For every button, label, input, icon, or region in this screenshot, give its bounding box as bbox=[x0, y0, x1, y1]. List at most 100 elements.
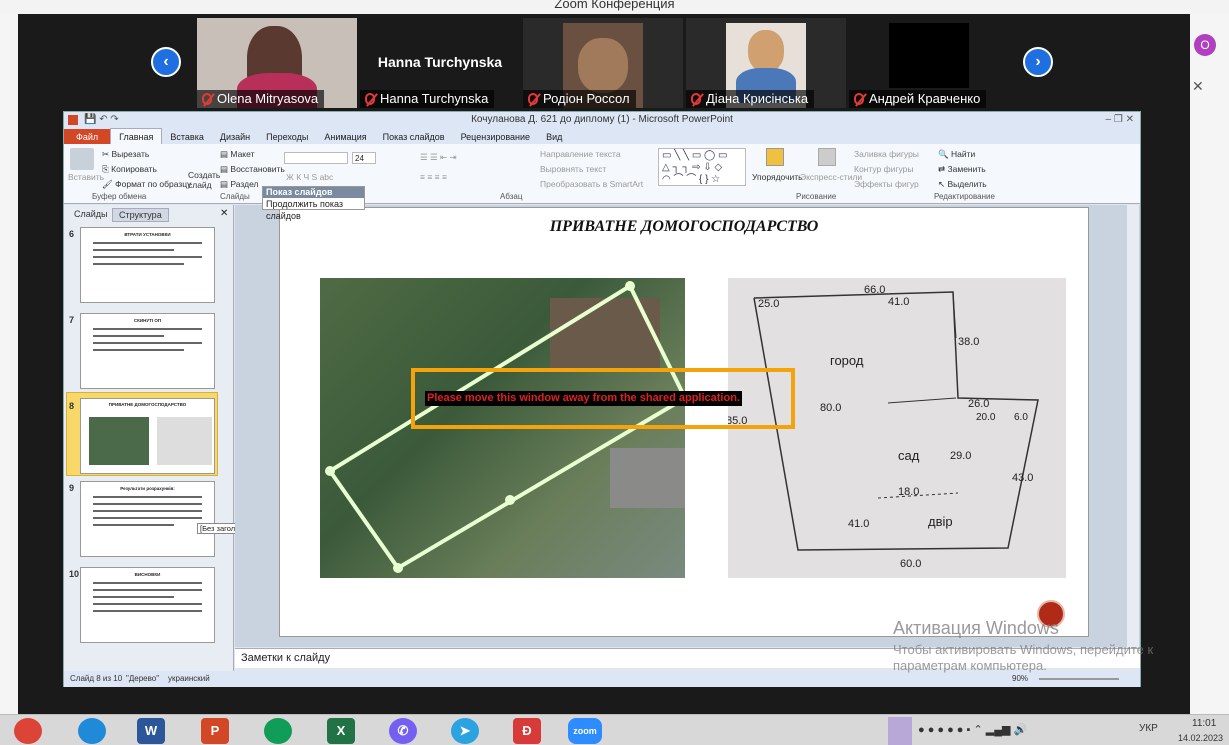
excel-icon[interactable]: X bbox=[327, 718, 355, 744]
shape-fill-button[interactable]: Заливка фигуры bbox=[854, 149, 919, 159]
drawing-group-label: Рисование bbox=[796, 192, 837, 201]
copy-button[interactable]: ⎘ Копировать bbox=[102, 164, 157, 175]
text-direction-button[interactable]: Направление текста bbox=[540, 149, 621, 159]
slide-thumbnail[interactable]: Результати розрахунків: bbox=[80, 481, 215, 557]
background-left bbox=[0, 14, 18, 714]
edge-icon[interactable] bbox=[78, 718, 106, 744]
word-icon[interactable]: W bbox=[137, 718, 165, 744]
quick-access-icon[interactable]: 💾 ↶ ↷ bbox=[84, 112, 119, 128]
input-language[interactable]: УКР bbox=[1139, 723, 1158, 734]
select-button[interactable]: ↖ Выделить bbox=[938, 179, 987, 190]
shape-outline-button[interactable]: Контур фигуры bbox=[854, 164, 913, 174]
font-name-select[interactable] bbox=[284, 152, 348, 164]
editing-group-label: Редактирование bbox=[934, 192, 995, 201]
participant-tile[interactable]: Діана Крисінська bbox=[686, 18, 846, 108]
list-icon[interactable]: ☰ ☰ ⇤ ⇥ bbox=[420, 152, 457, 163]
thumbnail-number: 7 bbox=[69, 315, 75, 325]
slide-thumbnail[interactable]: ВИСНОВКИ bbox=[80, 567, 215, 643]
layout-button[interactable]: ▤ Макет bbox=[220, 149, 254, 160]
share-warning-banner[interactable]: Please move this window away from the sh… bbox=[411, 368, 795, 429]
zoom-window-title: Zoom Конференция bbox=[0, 0, 1229, 14]
new-slide-button[interactable]: Создать слайд bbox=[188, 170, 220, 190]
pen-icon[interactable] bbox=[888, 717, 912, 745]
window-controls-icon[interactable]: – ❐ ✕ bbox=[1106, 112, 1134, 128]
align-icon[interactable]: ≡ ≡ ≡ ≡ bbox=[420, 172, 447, 182]
slide-title[interactable]: ПРИВАТНЕ ДОМОГОСПОДАРСТВО bbox=[280, 218, 1088, 236]
mic-muted-icon bbox=[854, 93, 864, 105]
font-format-icon[interactable]: Ж К Ч S abc bbox=[286, 172, 333, 182]
tab-transitions[interactable]: Переходы bbox=[258, 129, 316, 145]
quick-styles-icon[interactable] bbox=[818, 148, 836, 166]
chrome-icon[interactable] bbox=[14, 718, 42, 744]
format-painter-button[interactable]: 🖌 Формат по образцу bbox=[102, 179, 191, 190]
slide-thumbnail[interactable]: ПРИВАТНЕ ДОМОГОСПОДАРСТВО bbox=[80, 398, 215, 474]
align-text-button[interactable]: Выровнять текст bbox=[540, 164, 606, 174]
document-title: Кочуланова Д. 621 до диплому (1) - Micro… bbox=[471, 114, 733, 125]
reset-button[interactable]: ▤ Восстановить bbox=[220, 164, 285, 175]
plan-label: 60.0 bbox=[900, 558, 922, 570]
quick-styles-button[interactable]: Экспресс-стили bbox=[800, 172, 862, 182]
paste-button[interactable]: Вставить bbox=[68, 172, 104, 182]
clipboard-group-label: Буфер обмена bbox=[92, 192, 147, 201]
replace-button[interactable]: ⇄ Заменить bbox=[938, 164, 986, 175]
slide-thumbnail[interactable]: ВТРАТИ УСТАНОВКИ bbox=[80, 227, 215, 303]
thumbnail-title: Результати розрахунків: bbox=[120, 486, 175, 491]
clock-time[interactable]: 11:01 bbox=[1192, 718, 1216, 729]
vertical-scrollbar[interactable] bbox=[1127, 205, 1139, 647]
tab-insert[interactable]: Вставка bbox=[162, 129, 211, 145]
video-feed bbox=[578, 38, 628, 93]
tab-review[interactable]: Рецензирование bbox=[453, 129, 539, 145]
language[interactable]: украинский bbox=[168, 671, 210, 687]
telegram-icon[interactable]: ➤ bbox=[451, 718, 479, 744]
tab-outline[interactable]: Структура bbox=[112, 208, 169, 222]
powerpoint-icon[interactable]: P bbox=[201, 718, 229, 744]
tab-slides[interactable]: Слайды bbox=[68, 208, 114, 220]
zoom-slider[interactable] bbox=[1039, 678, 1119, 680]
app-icon[interactable]: Ɖ bbox=[513, 718, 541, 744]
tab-home[interactable]: Главная bbox=[110, 128, 163, 145]
participant-name: Діана Крисінська bbox=[686, 90, 815, 108]
close-icon[interactable]: ✕ bbox=[220, 208, 228, 219]
chevron-left-icon: ‹ bbox=[163, 53, 169, 70]
participant-name-large: Hanna Turchynska bbox=[377, 54, 503, 70]
participant-tile[interactable]: Olena Mitryasova bbox=[197, 18, 357, 108]
chrome-icon[interactable] bbox=[264, 718, 292, 744]
find-button[interactable]: 🔍 Найти bbox=[938, 149, 975, 160]
shapes-gallery[interactable]: ▭ ╲ ╲ ▭ ◯ ▭ △ ┐ ┐ ⇨ ⇩ ◇ ◠ ⌒ ⌒ { } ☆ bbox=[658, 148, 746, 186]
slide-thumbnail[interactable]: СКИНУТІ ОП bbox=[80, 313, 215, 389]
viber-icon[interactable]: ✆ bbox=[389, 718, 417, 744]
arrange-icon[interactable] bbox=[766, 148, 784, 166]
cut-button[interactable]: ✂ Вырезать bbox=[102, 149, 149, 160]
arrange-button[interactable]: Упорядочить bbox=[752, 172, 803, 182]
tab-file[interactable]: Файл bbox=[64, 129, 111, 145]
participant-name: Hanna Turchynska bbox=[360, 90, 495, 108]
shape-effects-button[interactable]: Эффекты фигур bbox=[854, 179, 919, 189]
prev-page-button[interactable]: ‹ bbox=[151, 47, 181, 77]
close-icon[interactable]: ✕ bbox=[1192, 78, 1204, 95]
smartart-button[interactable]: Преобразовать в SmartArt bbox=[540, 179, 643, 189]
next-page-button[interactable]: › bbox=[1023, 47, 1053, 77]
slides-group-label: Слайды bbox=[220, 192, 250, 201]
font-size-select[interactable]: 24 bbox=[352, 152, 376, 164]
plan-label: 66.0 bbox=[864, 284, 886, 296]
tab-design[interactable]: Дизайн bbox=[212, 129, 258, 145]
activation-title: Активация Windows bbox=[893, 618, 1059, 638]
tray-icons[interactable]: ● ● ● ● ● ▪ ⌃ ▂▄▆ 🔊 bbox=[918, 723, 1027, 736]
section-button[interactable]: ▤ Раздел bbox=[220, 179, 259, 190]
participant-tile[interactable]: Андрей Кравченко bbox=[849, 18, 1009, 108]
tab-view[interactable]: Вид bbox=[538, 129, 570, 145]
plan-label: 6.0 bbox=[1014, 412, 1028, 423]
ribbon: Вставить ✂ Вырезать ⎘ Копировать 🖌 Форма… bbox=[64, 144, 1140, 204]
clock-date[interactable]: 14.02.2023 bbox=[1178, 733, 1223, 743]
zoom-icon[interactable]: zoom bbox=[568, 718, 602, 744]
paste-icon[interactable] bbox=[70, 148, 94, 170]
ppt-logo-icon bbox=[68, 115, 78, 125]
tab-animation[interactable]: Анимация bbox=[316, 129, 374, 145]
tab-slideshow[interactable]: Показ слайдов bbox=[375, 129, 453, 145]
participant-tile[interactable]: Родіон Россол bbox=[523, 18, 683, 108]
theme-name: "Дерево" bbox=[126, 674, 160, 683]
participant-tile[interactable]: Hanna Turchynska Hanna Turchynska bbox=[360, 18, 520, 108]
ribbon-tabs: Файл Главная Вставка Дизайн Переходы Анимация… bbox=[64, 128, 1140, 145]
thumbnail-title: ВТРАТИ УСТАНОВКИ bbox=[124, 232, 171, 237]
thumbnail-number: 9 bbox=[69, 483, 75, 493]
